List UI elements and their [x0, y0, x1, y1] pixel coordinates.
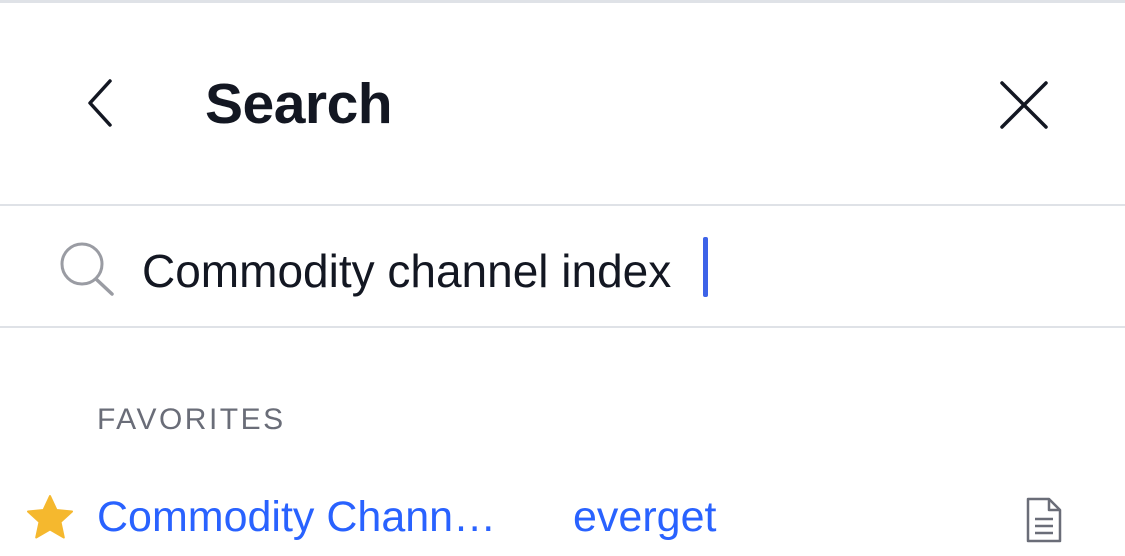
favorites-section-label: FAVORITES [97, 403, 286, 436]
list-item[interactable]: Commodity Chann… everget [0, 476, 1125, 556]
result-name[interactable]: Commodity Chann… [97, 490, 496, 544]
search-icon [56, 240, 118, 300]
result-author[interactable]: everget [573, 490, 716, 544]
document-icon[interactable] [1024, 496, 1064, 544]
search-header: Search [0, 3, 1125, 205]
close-icon [1000, 81, 1048, 129]
chevron-left-icon [88, 79, 112, 127]
search-input[interactable] [142, 236, 1042, 306]
back-button[interactable] [70, 65, 130, 141]
text-caret [703, 237, 708, 297]
header-divider [0, 204, 1125, 206]
page-title: Search [205, 72, 393, 136]
star-icon[interactable] [26, 494, 74, 540]
close-button[interactable] [988, 69, 1060, 141]
search-divider [0, 326, 1125, 328]
